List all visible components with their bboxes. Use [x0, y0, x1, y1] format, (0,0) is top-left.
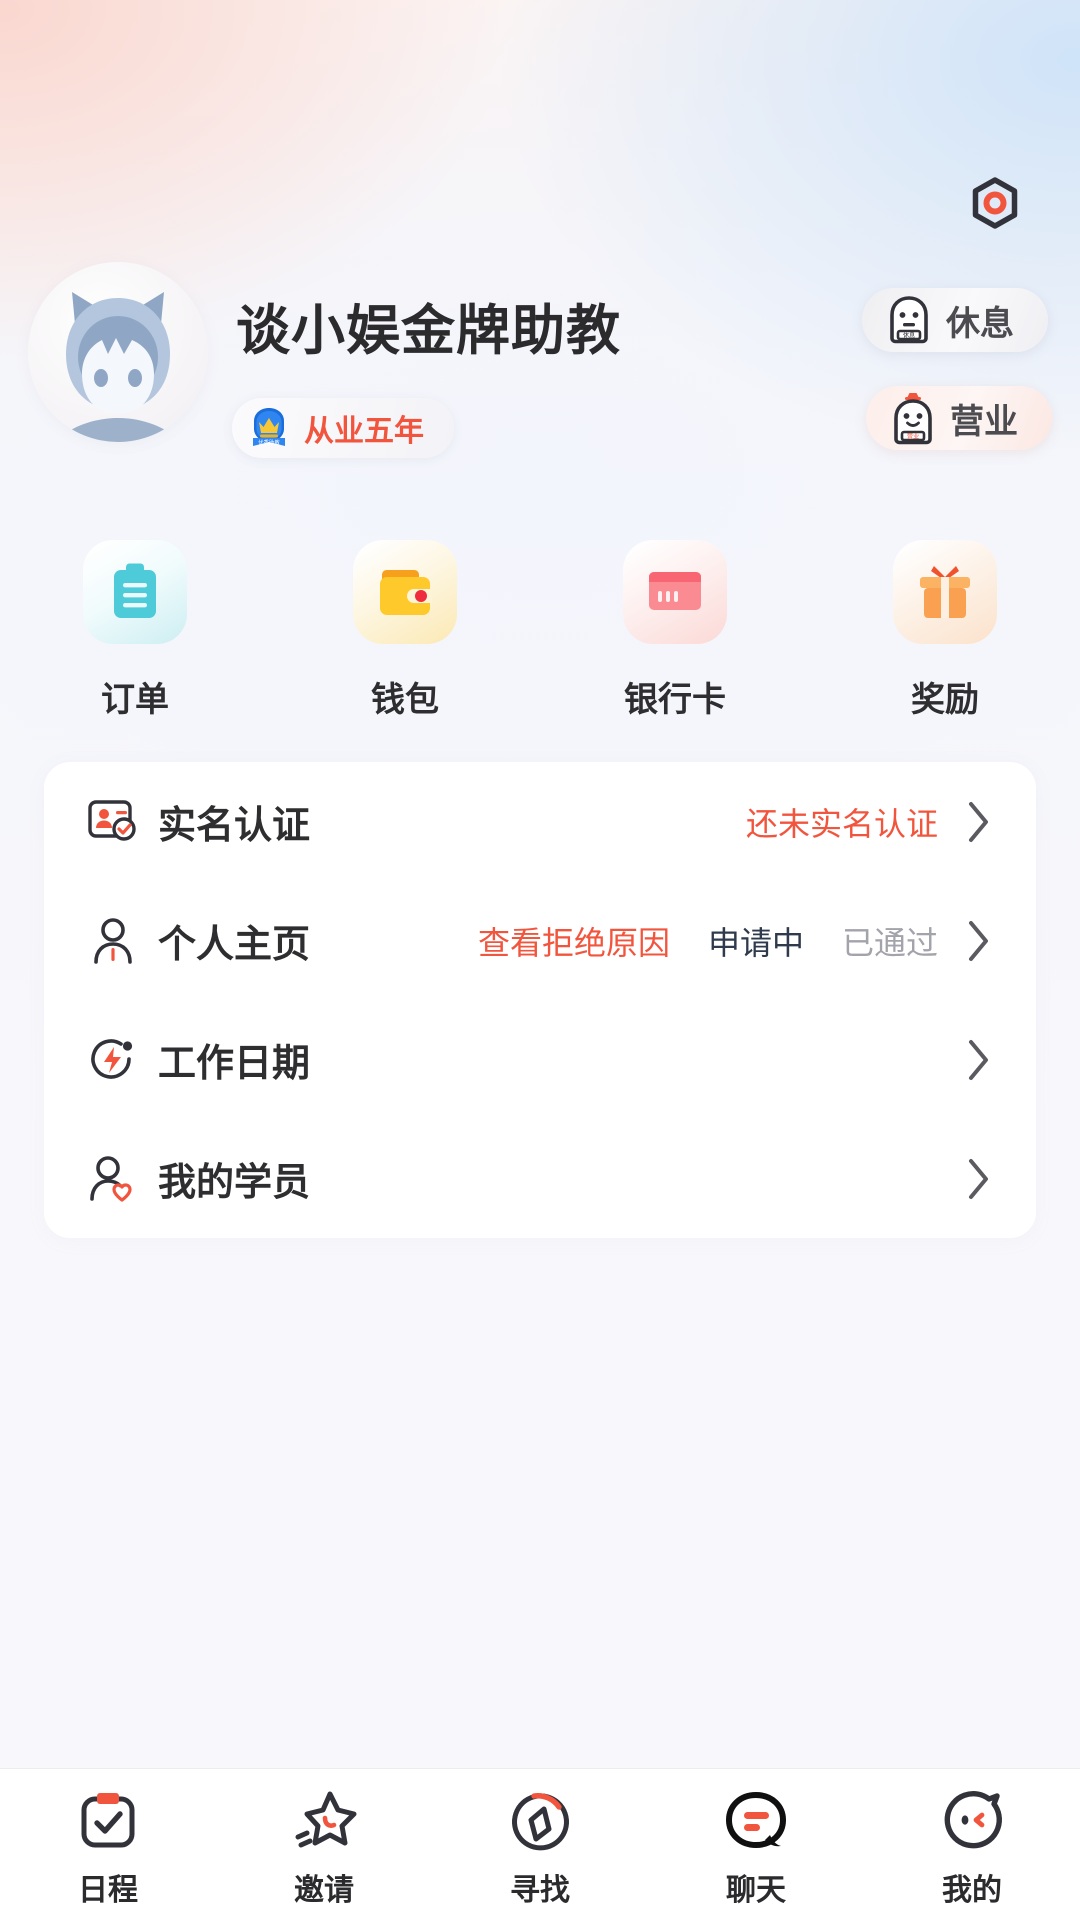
menu-row-personal-homepage[interactable]: 个人主页 查看拒绝原因 申请中 已通过 — [86, 881, 994, 1000]
quick-actions-row: 订单 钱包 银行卡 奖励 — [0, 540, 1080, 721]
crown-medal-icon: 优秀助教 — [246, 405, 292, 451]
chevron-right-icon — [966, 1035, 994, 1085]
clipboard-icon — [83, 540, 187, 644]
hexagon-settings-icon[interactable] — [964, 172, 1026, 234]
status-badge-applying[interactable]: 申请中 — [708, 918, 804, 964]
tab-find[interactable]: 寻找 — [432, 1769, 648, 1909]
chevron-right-icon — [966, 1154, 994, 1204]
status-badge-rejected-reason[interactable]: 查看拒绝原因 — [478, 918, 670, 964]
menu-row-work-dates-label: 工作日期 — [158, 1043, 311, 1085]
menu-row-personal-homepage-statuses: 查看拒绝原因 申请中 已通过 — [478, 918, 938, 964]
robot-open-icon: 营业 — [890, 391, 936, 445]
compass-icon — [503, 1785, 577, 1859]
face-profile-icon — [935, 1785, 1009, 1859]
chat-bubble-icon — [719, 1785, 793, 1859]
menu-row-personal-homepage-label: 个人主页 — [158, 924, 311, 966]
status-pill-rest-label: 休息 — [946, 304, 1014, 343]
avatar[interactable] — [28, 262, 208, 442]
status-pill-open[interactable]: 营业 营业 — [866, 386, 1052, 450]
quick-action-reward[interactable]: 奖励 — [810, 540, 1080, 721]
svg-text:营业: 营业 — [907, 432, 919, 440]
tab-schedule[interactable]: 日程 — [0, 1769, 216, 1909]
tenure-badge-label: 从业五年 — [304, 415, 424, 448]
quick-action-wallet[interactable]: 钱包 — [270, 540, 540, 721]
menu-card: 实名认证 还未实名认证 个人主页 查看拒绝原因 申请中 已通过 工作日期 我的学… — [44, 762, 1036, 1238]
tab-find-label: 寻找 — [510, 1874, 570, 1907]
person-heart-icon — [86, 1152, 140, 1206]
status-pill-rest[interactable]: 休息 休息 — [862, 288, 1048, 352]
robot-rest-icon: 休息 — [886, 294, 932, 346]
wallet-icon — [353, 540, 457, 644]
lightning-clock-icon — [86, 1033, 140, 1087]
menu-row-realname-verification[interactable]: 实名认证 还未实名认证 — [86, 762, 994, 881]
tab-chat[interactable]: 聊天 — [648, 1769, 864, 1909]
calendar-check-icon — [71, 1785, 145, 1859]
bottom-tab-bar: 日程 邀请 寻找 聊天 我的 — [0, 1768, 1080, 1920]
status-pill-open-label: 营业 — [950, 402, 1018, 441]
quick-action-orders[interactable]: 订单 — [0, 540, 270, 721]
page-title: 谈小娱金牌助教 — [236, 301, 621, 361]
cat-hood-avatar — [58, 292, 178, 442]
tenure-badge[interactable]: 优秀助教 从业五年 — [232, 398, 454, 458]
svg-text:优秀助教: 优秀助教 — [258, 439, 280, 447]
tab-chat-label: 聊天 — [726, 1874, 786, 1907]
menu-row-my-students-label: 我的学员 — [158, 1162, 311, 1204]
menu-row-my-students[interactable]: 我的学员 — [86, 1119, 994, 1238]
tab-mine[interactable]: 我的 — [864, 1769, 1080, 1909]
quick-action-wallet-label: 钱包 — [371, 681, 439, 719]
quick-action-bank-card[interactable]: 银行卡 — [540, 540, 810, 721]
status-badge-approved[interactable]: 已通过 — [842, 918, 938, 964]
quick-action-bank-card-label: 银行卡 — [624, 681, 726, 719]
menu-row-realname-verification-statuses: 还未实名认证 — [746, 799, 938, 845]
tab-schedule-label: 日程 — [78, 1874, 138, 1907]
star-sparkle-icon — [287, 1785, 361, 1859]
chevron-right-icon — [966, 916, 994, 966]
gift-icon — [893, 540, 997, 644]
menu-row-work-dates[interactable]: 工作日期 — [86, 1000, 994, 1119]
menu-row-realname-verification-label: 实名认证 — [158, 805, 311, 847]
status-badge[interactable]: 还未实名认证 — [746, 799, 938, 845]
chevron-right-icon — [966, 797, 994, 847]
tab-mine-label: 我的 — [942, 1874, 1002, 1907]
quick-action-reward-label: 奖励 — [911, 681, 979, 719]
quick-action-orders-label: 订单 — [101, 681, 169, 719]
tab-invite[interactable]: 邀请 — [216, 1769, 432, 1909]
id-card-verify-icon — [86, 795, 140, 849]
bank-card-icon — [623, 540, 727, 644]
tab-invite-label: 邀请 — [294, 1874, 354, 1907]
person-icon — [86, 914, 140, 968]
svg-text:休息: 休息 — [903, 331, 915, 339]
